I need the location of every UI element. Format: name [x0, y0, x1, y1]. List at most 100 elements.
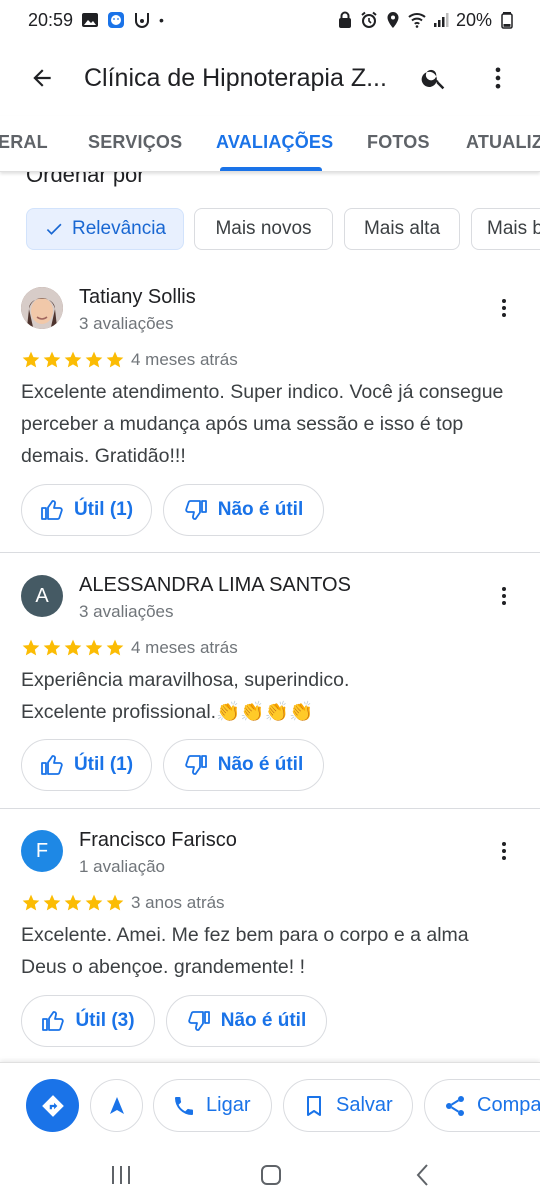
chip-label: Relevância: [72, 218, 166, 239]
chip-newest[interactable]: Mais novos: [194, 208, 333, 250]
home-icon: [261, 1165, 281, 1185]
alarm-icon: [360, 11, 378, 29]
star-icon: [85, 351, 103, 368]
review-text: Excelente. Amei. Me fez bem para o corpo…: [21, 924, 469, 978]
call-button[interactable]: Ligar: [153, 1079, 272, 1132]
reviewer-name[interactable]: Tatiany Sollis: [79, 286, 196, 309]
helpful-button[interactable]: Útil (1): [21, 739, 152, 791]
tab-updates[interactable]: ATUALIZ: [466, 116, 540, 171]
not-helpful-button[interactable]: Não é útil: [163, 739, 324, 791]
helpful-label: Útil (3): [75, 1010, 135, 1031]
review-date: 4 meses atrás: [131, 638, 238, 657]
review-date: 3 anos atrás: [131, 893, 225, 912]
location-icon: [384, 11, 402, 29]
star-icon: [106, 639, 124, 656]
more-vert-icon: [502, 842, 506, 860]
recent-apps-button[interactable]: [101, 1157, 141, 1193]
helpful-button[interactable]: Útil (1): [21, 484, 152, 536]
helpful-button[interactable]: Útil (3): [21, 995, 155, 1047]
helpful-label: Útil (1): [73, 499, 134, 520]
thumb-down-icon: [188, 1011, 210, 1031]
star-icon: [64, 639, 82, 656]
not-helpful-label: Não é útil: [217, 499, 304, 520]
directions-icon: [41, 1094, 64, 1117]
not-helpful-button[interactable]: Não é útil: [163, 484, 324, 536]
avatar[interactable]: [21, 287, 63, 329]
lock-alarm-icon: [336, 11, 354, 29]
share-button[interactable]: Compa: [424, 1079, 540, 1132]
app-notification-icon: [107, 11, 125, 29]
battery-icon: [498, 11, 516, 29]
tab-services[interactable]: SERVIÇOS: [88, 116, 182, 171]
assistant-notification-icon: [133, 11, 151, 29]
chip-highest[interactable]: Mais alta: [344, 208, 460, 250]
chip-lowest[interactable]: Mais b: [471, 208, 540, 250]
share-icon: [446, 1095, 464, 1116]
thumb-up-icon: [42, 1011, 65, 1031]
save-button[interactable]: Salvar: [283, 1079, 413, 1132]
star-icon: [106, 351, 124, 368]
not-helpful-button[interactable]: Não é útil: [166, 995, 327, 1047]
not-helpful-label: Não é útil: [220, 1010, 307, 1031]
start-navigation-button[interactable]: [90, 1079, 143, 1132]
review-more-button[interactable]: [490, 837, 518, 865]
tab-bar: ERAL SERVIÇOS AVALIAÇÕES FOTOS ATUALIZ: [0, 116, 540, 172]
status-bar: 20:59 • 20%: [0, 0, 540, 40]
recent-apps-icon: [112, 1166, 130, 1184]
chip-label: Mais b: [487, 218, 540, 239]
avatar[interactable]: A: [21, 575, 63, 617]
star-icon: [22, 351, 40, 368]
home-button[interactable]: [251, 1157, 291, 1193]
chip-label: Mais alta: [363, 218, 441, 239]
thumb-up-icon: [41, 500, 63, 520]
action-bar: Ligar Salvar Compa: [0, 1062, 540, 1150]
wifi-icon: [408, 11, 426, 29]
divider: [0, 552, 540, 553]
star-rating: [21, 350, 125, 370]
reviewer-name[interactable]: ALESSANDRA LIMA SANTOS: [79, 574, 351, 597]
reviewer-name[interactable]: Francisco Farisco: [79, 829, 237, 852]
arrow-back-icon: [33, 69, 51, 87]
divider: [0, 808, 540, 809]
star-icon: [64, 351, 82, 368]
share-label: Compa: [477, 1094, 540, 1116]
star-icon: [106, 894, 124, 911]
avatar[interactable]: F: [21, 830, 63, 872]
helpful-label: Útil (1): [73, 754, 134, 775]
more-vert-icon: [495, 67, 501, 89]
more-options-button[interactable]: [474, 54, 522, 102]
search-button[interactable]: [410, 54, 458, 102]
more-vert-icon: [502, 299, 506, 317]
battery-percent: 20%: [455, 9, 492, 30]
star-rating: [21, 893, 125, 913]
avatar-initial: F: [35, 839, 49, 862]
reviewer-review-count: 1 avaliação: [79, 857, 166, 876]
thumb-down-icon: [185, 500, 207, 520]
tab-photos[interactable]: FOTOS: [367, 116, 430, 171]
navigation-arrow-icon: [109, 1096, 124, 1114]
back-button[interactable]: [0, 40, 84, 116]
page-title: Clínica de Hipnoterapia Z...: [84, 63, 387, 92]
star-icon: [43, 351, 61, 368]
not-helpful-label: Não é útil: [217, 754, 304, 775]
avatar-initial: A: [35, 584, 49, 607]
review-text: Experiência maravilhosa, superindico. Ex…: [21, 669, 350, 723]
tab-reviews[interactable]: AVALIAÇÕES: [216, 116, 333, 171]
phone-icon: [175, 1096, 193, 1115]
star-icon: [43, 639, 61, 656]
review-more-button[interactable]: [490, 582, 518, 610]
review-text: Excelente atendimento. Super indico. Voc…: [21, 381, 504, 467]
tab-overview[interactable]: ERAL: [0, 116, 48, 171]
search-icon: [421, 69, 445, 90]
chevron-left-icon: [416, 1164, 428, 1186]
star-rating: [21, 638, 125, 658]
chip-relevance[interactable]: Relevância: [26, 208, 184, 250]
back-nav-button[interactable]: [403, 1157, 443, 1193]
active-tab-indicator: [220, 167, 322, 171]
bookmark-icon: [307, 1095, 321, 1116]
star-icon: [22, 639, 40, 656]
review-more-button[interactable]: [490, 294, 518, 322]
reviewer-review-count: 3 avaliações: [79, 602, 174, 621]
save-label: Salvar: [336, 1094, 393, 1116]
directions-button[interactable]: [26, 1079, 79, 1132]
